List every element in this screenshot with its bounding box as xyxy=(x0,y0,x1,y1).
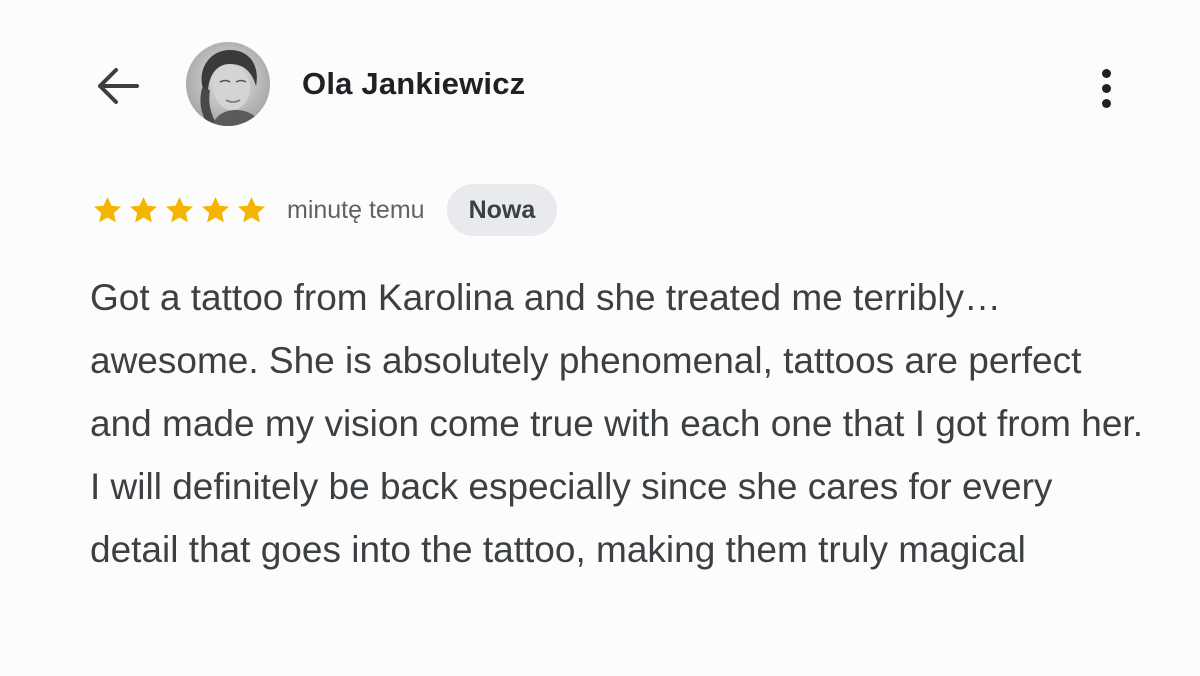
avatar[interactable] xyxy=(186,42,270,126)
star-icon xyxy=(94,196,121,222)
more-vertical-icon-dot xyxy=(1101,83,1111,93)
profile-photo xyxy=(186,42,270,126)
star-icon xyxy=(202,196,229,222)
review-text: Got a tattoo from Karolina and she treat… xyxy=(90,277,1143,570)
review-meta: minutę temu Nowa xyxy=(90,184,558,236)
new-badge: Nowa xyxy=(446,184,558,236)
review-screen: Ola Jankiewicz minutę temu Nowa Got a ta… xyxy=(0,0,1200,676)
more-options-button[interactable] xyxy=(1088,60,1124,116)
more-vertical-icon-dot xyxy=(1101,98,1111,108)
more-vertical-icon xyxy=(1101,68,1111,78)
star-icon xyxy=(130,196,157,222)
star-icon xyxy=(166,196,193,222)
author-name[interactable]: Ola Jankiewicz xyxy=(302,66,525,102)
review-time: minutę temu xyxy=(287,195,425,224)
back-button[interactable] xyxy=(92,64,142,108)
star-icon xyxy=(238,196,265,222)
arrow-left-icon xyxy=(98,68,139,104)
star-rating xyxy=(90,194,269,227)
